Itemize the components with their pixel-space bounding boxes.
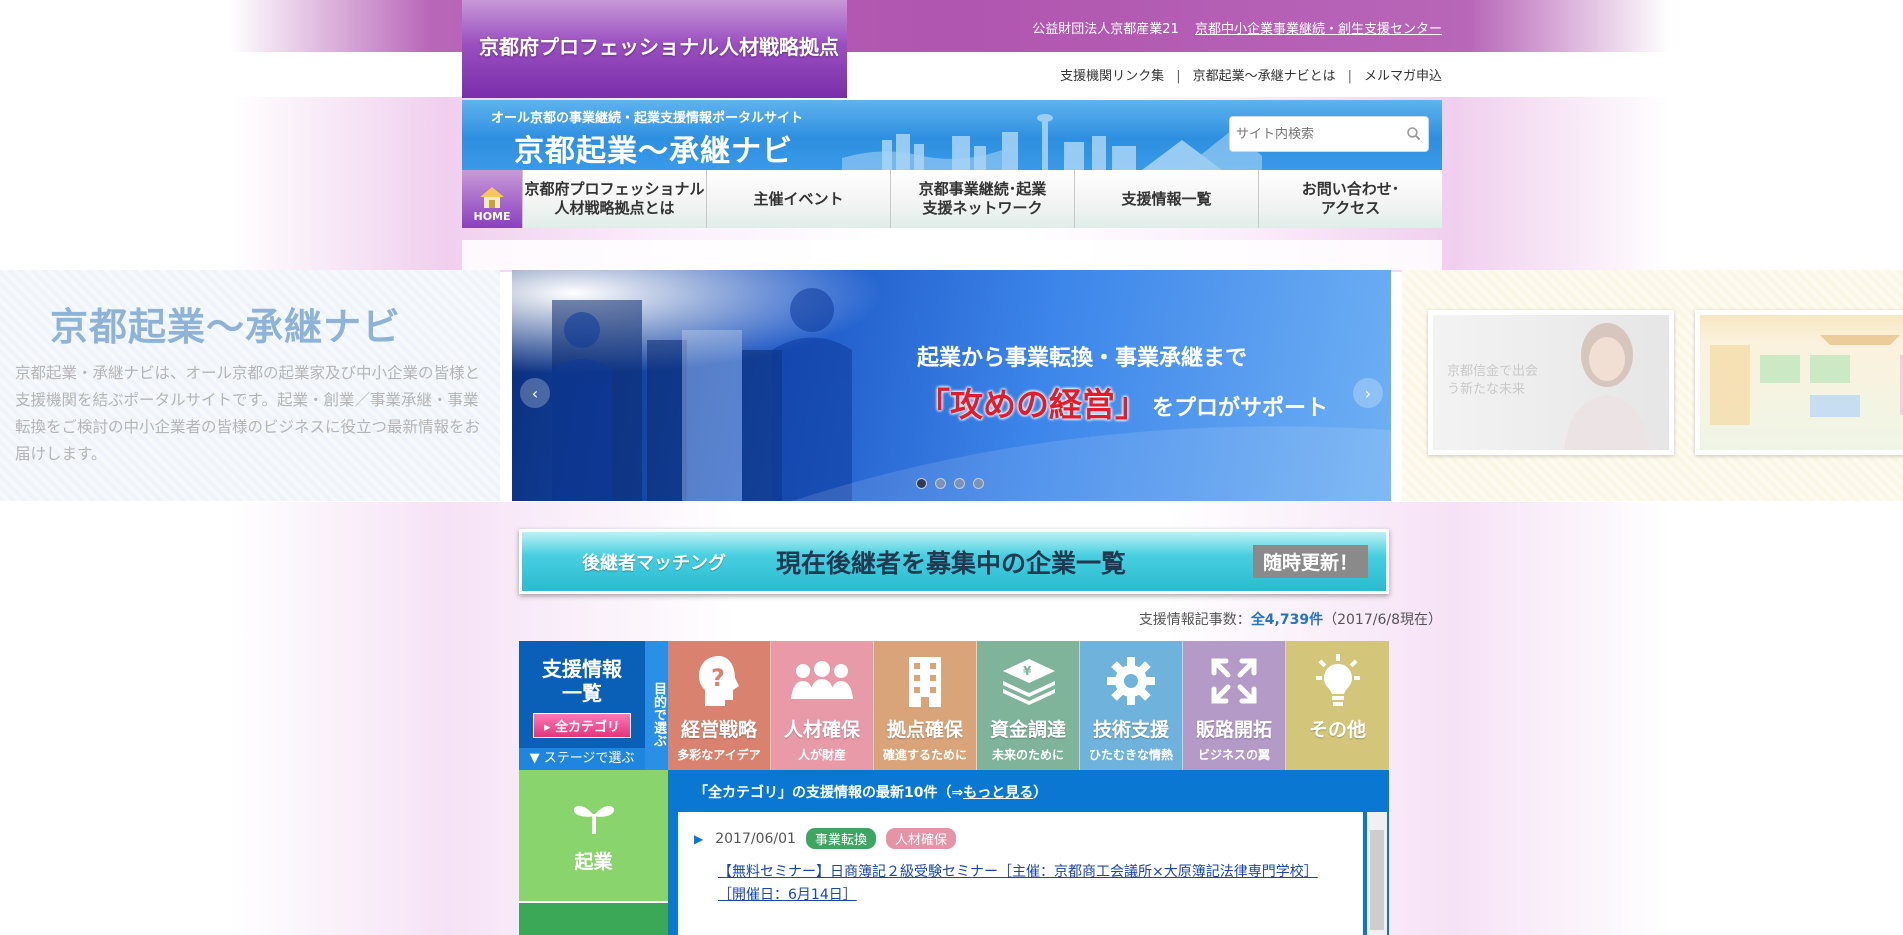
util-link-newsletter[interactable]: メルマガ申込	[1364, 69, 1442, 84]
org-links: 公益財団法人京都産業21 京都中小企業事業継続・創生支援センター	[1032, 18, 1442, 37]
stage-next[interactable]	[519, 903, 668, 935]
successor-matching-banner[interactable]: 後継者マッチング 現在後継者を募集中の企業一覧 随時更新！	[519, 529, 1389, 594]
category-section: 支援情報 一覧 ▸ 全カテゴリ ▼ ステージで選ぶ 目的で選ぶ ? 経営戦略 多…	[519, 641, 1389, 935]
expand-arrows-icon	[1211, 658, 1257, 704]
slider-dot-3[interactable]	[954, 478, 965, 489]
hero-slider[interactable]: 起業から事業転換・事業承継まで 「攻めの経営」 をプロがサポート ‹ ›	[512, 270, 1391, 501]
svg-text:¥: ¥	[1023, 664, 1032, 678]
hero-intro-title: 京都起業～承継ナビ	[50, 305, 402, 349]
news-tag-human-resources[interactable]: 人材確保	[885, 828, 956, 849]
util-link-support-orgs[interactable]: 支援機関リンク集	[1060, 69, 1164, 84]
stage-startup[interactable]: 起業	[519, 770, 668, 903]
news-date: 2017/06/01	[715, 830, 796, 847]
news-list: ▶ 2017/06/01 事業転換 人材確保 【無料セミナー】日商簿記２級受験セ…	[678, 812, 1387, 935]
money-stack-icon: ¥	[1003, 659, 1055, 705]
hero-intro-panel: 京都起業～承継ナビ 京都起業・承継ナビは、オール京都の起業家及び中小企業の皆様と…	[0, 270, 500, 501]
sprout-icon	[573, 806, 614, 834]
bullet-triangle-icon: ▶	[694, 831, 704, 846]
nav-home[interactable]: HOME	[462, 170, 522, 228]
slide-thumb-1[interactable]: 京都信金で出会う新たな未来	[1428, 310, 1674, 455]
hero-caption-2: 「攻めの経営」	[917, 385, 1148, 424]
purpose-select-label: 目的で選ぶ	[645, 641, 668, 770]
category-side-panel: 支援情報 一覧 ▸ 全カテゴリ ▼ ステージで選ぶ	[519, 641, 645, 770]
category-sales-channel[interactable]: 販路開拓 ビジネスの翼	[1183, 641, 1286, 770]
slider-next-button[interactable]: ›	[1353, 378, 1383, 408]
news-item-link[interactable]: 【無料セミナー】日商簿記２級受験セミナー［主催：京都商工会議所×大原簿記法律専門…	[718, 861, 1347, 907]
kyoto-skyline-illustration	[842, 114, 1262, 170]
gear-icon	[1107, 657, 1155, 705]
question-head-icon: ?	[699, 656, 739, 706]
category-tech-support[interactable]: 技術支援 ひたむきな情熱	[1080, 641, 1183, 770]
slider-dots	[916, 478, 984, 489]
banner-main-text: 現在後継者を募集中の企業一覧	[776, 548, 1127, 578]
category-side-title: 支援情報 一覧	[542, 657, 622, 705]
lightbulb-icon	[1315, 654, 1360, 706]
latest-news-panel: 「全カテゴリ」の支援情報の最新10件（⇒もっと見る） ▶ 2017/06/01 …	[668, 770, 1389, 935]
woman-portrait	[1564, 323, 1649, 450]
nav-item-network[interactable]: 京都事業継続･起業 支援ネットワーク	[890, 170, 1074, 228]
nav-item-events[interactable]: 主催イベント	[706, 170, 890, 228]
util-link-about[interactable]: 京都起業～承継ナビとは	[1193, 69, 1336, 84]
site-search	[1229, 116, 1429, 152]
search-input[interactable]	[1236, 126, 1406, 142]
slider-dot-2[interactable]	[935, 478, 946, 489]
slider-dot-1[interactable]	[916, 478, 927, 489]
news-scrollbar-thumb[interactable]	[1370, 830, 1384, 930]
home-icon	[480, 187, 504, 208]
news-heading: 「全カテゴリ」の支援情報の最新10件（⇒もっと見る）	[694, 785, 1048, 801]
content-top-strip	[462, 240, 1442, 270]
search-icon[interactable]	[1406, 124, 1422, 144]
slider-dot-4[interactable]	[973, 478, 984, 489]
brand-title[interactable]: 京都起業～承継ナビ	[514, 126, 793, 170]
news-more-link[interactable]: もっと見る	[963, 785, 1033, 801]
slide-thumb-1-text: 京都信金で出会う新たな未来	[1447, 364, 1539, 397]
category-fundraising[interactable]: ¥ 資金調達 未来のために	[977, 641, 1080, 770]
nav-item-support-list[interactable]: 支援情報一覧	[1074, 170, 1258, 228]
site-logo[interactable]: 京都府プロフェッショナル人材戦略拠点	[462, 0, 847, 98]
brand-subtitle: オール京都の事業継続・起業支援情報ポータルサイト	[491, 111, 804, 126]
svg-text:?: ?	[711, 664, 725, 692]
hero-next-slides: 京都信金で出会う新たな未来	[1402, 270, 1903, 501]
article-count: 支援情報記事数：全4,739件（2017/6/8現在）	[1138, 612, 1442, 628]
hero-intro-text: 京都起業・承継ナビは、オール京都の起業家及び中小企業の皆様と支援機関を結ぶポータ…	[15, 364, 481, 463]
category-management-strategy[interactable]: ? 経営戦略 多彩なアイデア	[668, 641, 771, 770]
news-tag-business-conversion[interactable]: 事業転換	[805, 828, 876, 849]
main-navigation: HOME 京都府プロフェッショナル 人材戦略拠点とは 主催イベント 京都事業継続…	[462, 170, 1442, 228]
stage-list: 起業	[519, 770, 668, 935]
building-icon	[909, 657, 941, 707]
hero-caption-3: をプロがサポート	[1152, 396, 1329, 421]
people-group-icon	[791, 661, 853, 699]
utility-links: 支援機関リンク集 | 京都起業～承継ナビとは | メルマガ申込	[1060, 69, 1442, 84]
slider-prev-button[interactable]: ‹	[520, 378, 550, 408]
nav-home-label: HOME	[473, 210, 511, 223]
article-count-value: 全4,739件	[1250, 612, 1324, 628]
nav-item-contact[interactable]: お問い合わせ･ アクセス	[1258, 170, 1442, 228]
header-background	[230, 0, 1670, 52]
slide-thumb-2[interactable]	[1695, 310, 1903, 455]
news-item-meta: ▶ 2017/06/01 事業転換 人材確保	[694, 828, 1347, 849]
stage-select-label: ▼ ステージで選ぶ	[519, 748, 645, 770]
hero-caption-1: 起業から事業転換・事業承継まで	[917, 346, 1248, 371]
slide-thumb-2-diagram	[1710, 335, 1903, 425]
all-category-button[interactable]: ▸ 全カテゴリ	[532, 713, 632, 738]
org-name: 公益財団法人京都産業21	[1032, 22, 1179, 37]
category-other[interactable]: その他	[1286, 641, 1389, 770]
category-human-resources[interactable]: 人材確保 人が財産	[771, 641, 874, 770]
category-base-securing[interactable]: 拠点確保 確進するために	[874, 641, 977, 770]
nav-item-pro-hub[interactable]: 京都府プロフェッショナル 人材戦略拠点とは	[522, 170, 706, 228]
banner-badge: 随時更新！	[1252, 545, 1368, 578]
news-scrollbar[interactable]	[1367, 812, 1387, 935]
brand-bar: オール京都の事業継続・起業支援情報ポータルサイト 京都起業～承継ナビ	[462, 100, 1442, 170]
category-tiles: ? 経営戦略 多彩なアイデア 人材確保 人が財産 拠点確保 確進するために ¥ …	[668, 641, 1389, 770]
org-center-link[interactable]: 京都中小企業事業継続・創生支援センター	[1195, 22, 1442, 37]
banner-left-label: 後継者マッチング	[582, 552, 726, 574]
